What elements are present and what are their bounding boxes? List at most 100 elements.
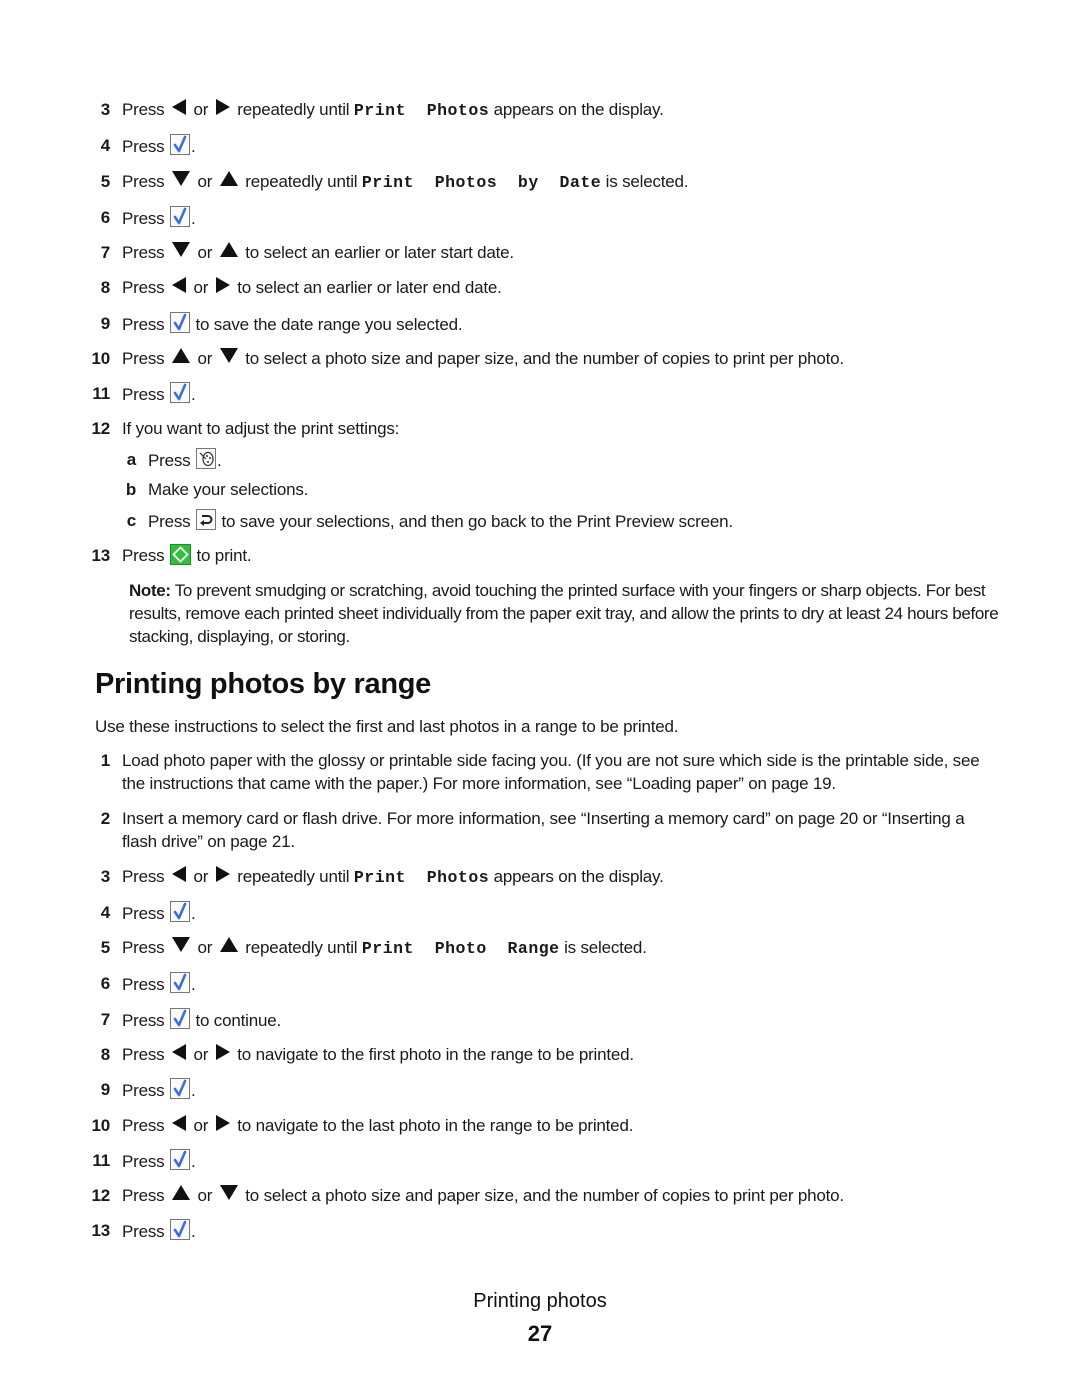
step-text-segment: Press: [122, 1116, 169, 1135]
step-text-segment: Press: [122, 1011, 169, 1030]
palette-icon: [195, 448, 216, 469]
step-text: Press or repeatedly until Print Photos b…: [122, 170, 992, 194]
step-text-segment: .: [190, 1152, 196, 1171]
step-text-segment: or: [188, 867, 213, 886]
step-number: 11: [92, 1151, 110, 1170]
step-number: 6: [100, 208, 110, 227]
check-icon: [169, 134, 190, 155]
section-heading: Printing photos by range: [95, 668, 431, 700]
step-text: Press .: [122, 382, 992, 406]
step-text: Press .: [122, 972, 992, 996]
step-text-segment: Press: [122, 172, 169, 191]
step-text-segment: or: [192, 349, 217, 368]
step-text: Press or to select an earlier or later s…: [122, 241, 992, 264]
step-number: 6: [100, 974, 110, 993]
step-text-segment: to navigate to the last photo in the ran…: [232, 1116, 634, 1135]
step-text: Press or repeatedly until Print Photo Ra…: [122, 936, 992, 960]
step-number: 2: [100, 809, 110, 828]
step-text-segment: or: [188, 278, 213, 297]
step-text: Press or to select a photo size and pape…: [122, 1184, 992, 1207]
step-text-segment: Press: [122, 1186, 169, 1205]
up-arrow-icon: [171, 1185, 190, 1200]
check-icon: [169, 1149, 190, 1170]
display-text: Print Photo Range: [361, 939, 560, 958]
step-number: 8: [100, 278, 110, 297]
step-number: b: [125, 480, 136, 499]
step-text: Press to save the date range you selecte…: [122, 312, 992, 336]
step-text-segment: repeatedly until: [240, 172, 362, 191]
start-icon: [169, 544, 191, 565]
step-text-segment: .: [216, 451, 222, 470]
manual-page: 3 Press or repeatedly until Print Photos …: [0, 0, 1080, 1397]
step-text-segment: Press: [122, 278, 169, 297]
step-number: 5: [100, 172, 110, 191]
step-text: Press .: [122, 1078, 992, 1102]
step-text-segment: Press: [122, 100, 169, 119]
step-text-segment: Press: [122, 1045, 169, 1064]
step-text-segment: to continue.: [190, 1011, 282, 1030]
step-number: 1: [100, 751, 110, 770]
display-text: Print Photos: [353, 101, 490, 120]
step-number: 10: [91, 349, 110, 368]
note-label: Note:: [129, 581, 171, 600]
step-text-segment: to select an earlier or later start date…: [240, 243, 514, 262]
step-number: 3: [100, 100, 110, 119]
step-text-segment: Insert a memory card or flash drive. For…: [122, 809, 965, 851]
check-icon: [169, 1008, 190, 1029]
display-text: Print Photos by Date: [361, 173, 602, 192]
display-text: Print Photos: [353, 868, 490, 887]
step-text: Press .: [122, 901, 992, 925]
step-text-segment: to save your selections, and then go bac…: [216, 512, 734, 531]
step-text-segment: to save the date range you selected.: [190, 315, 463, 334]
step-text-segment: or: [192, 938, 217, 957]
step-text-segment: or: [192, 1186, 217, 1205]
step-text-segment: Press: [122, 1222, 169, 1241]
step-text-segment: appears on the display.: [489, 100, 664, 119]
check-icon: [169, 206, 190, 227]
step-text-segment: Press: [122, 938, 169, 957]
step-number: a: [126, 450, 136, 469]
step-text: Press to save your selections, and then …: [148, 509, 1018, 533]
step-text-segment: Press: [122, 1152, 169, 1171]
check-icon: [169, 312, 190, 333]
step-text-segment: Load photo paper with the glossy or prin…: [122, 751, 980, 793]
step-text-segment: to print.: [191, 546, 252, 565]
step-number: 5: [100, 938, 110, 957]
note-paragraph: Note: To prevent smudging or scratching,…: [129, 579, 999, 648]
step-text-segment: or: [192, 243, 217, 262]
step-text-segment: Press: [122, 385, 169, 404]
step-text-segment: repeatedly until: [232, 867, 354, 886]
step-number: 12: [91, 1186, 110, 1205]
up-arrow-icon: [219, 242, 238, 257]
check-icon: [169, 972, 190, 993]
down-arrow-icon: [171, 171, 190, 186]
step-text-segment: Press: [122, 1081, 169, 1100]
up-arrow-icon: [219, 171, 238, 186]
left-arrow-icon: [171, 1115, 186, 1131]
down-arrow-icon: [219, 1185, 238, 1200]
step-text: Press .: [122, 1219, 992, 1243]
left-arrow-icon: [171, 277, 186, 293]
step-text: If you want to adjust the print settings…: [122, 417, 992, 440]
step-text-segment: to select an earlier or later end date.: [232, 278, 502, 297]
step-text: Press or to navigate to the last photo i…: [122, 1114, 992, 1137]
step-text-segment: Press: [122, 546, 169, 565]
step-text-segment: to select a photo size and paper size, a…: [240, 1186, 844, 1205]
step-number: 11: [92, 384, 110, 403]
step-text-segment: appears on the display.: [489, 867, 664, 886]
step-text-segment: Press: [122, 867, 169, 886]
step-text-segment: Make your selections.: [148, 480, 309, 499]
step-text: Press or to navigate to the first photo …: [122, 1043, 992, 1066]
step-text: Press .: [122, 134, 992, 158]
step-text-segment: Press: [148, 451, 195, 470]
up-arrow-icon: [219, 937, 238, 952]
step-text-segment: to select a photo size and paper size, a…: [240, 349, 844, 368]
step-text: Press to print.: [122, 544, 992, 567]
step-text: Make your selections.: [148, 478, 1018, 501]
step-text: Load photo paper with the glossy or prin…: [122, 749, 992, 795]
step-number: 9: [100, 314, 110, 333]
right-arrow-icon: [215, 277, 230, 293]
right-arrow-icon: [215, 99, 230, 115]
left-arrow-icon: [171, 99, 186, 115]
step-text: Insert a memory card or flash drive. For…: [122, 807, 992, 853]
